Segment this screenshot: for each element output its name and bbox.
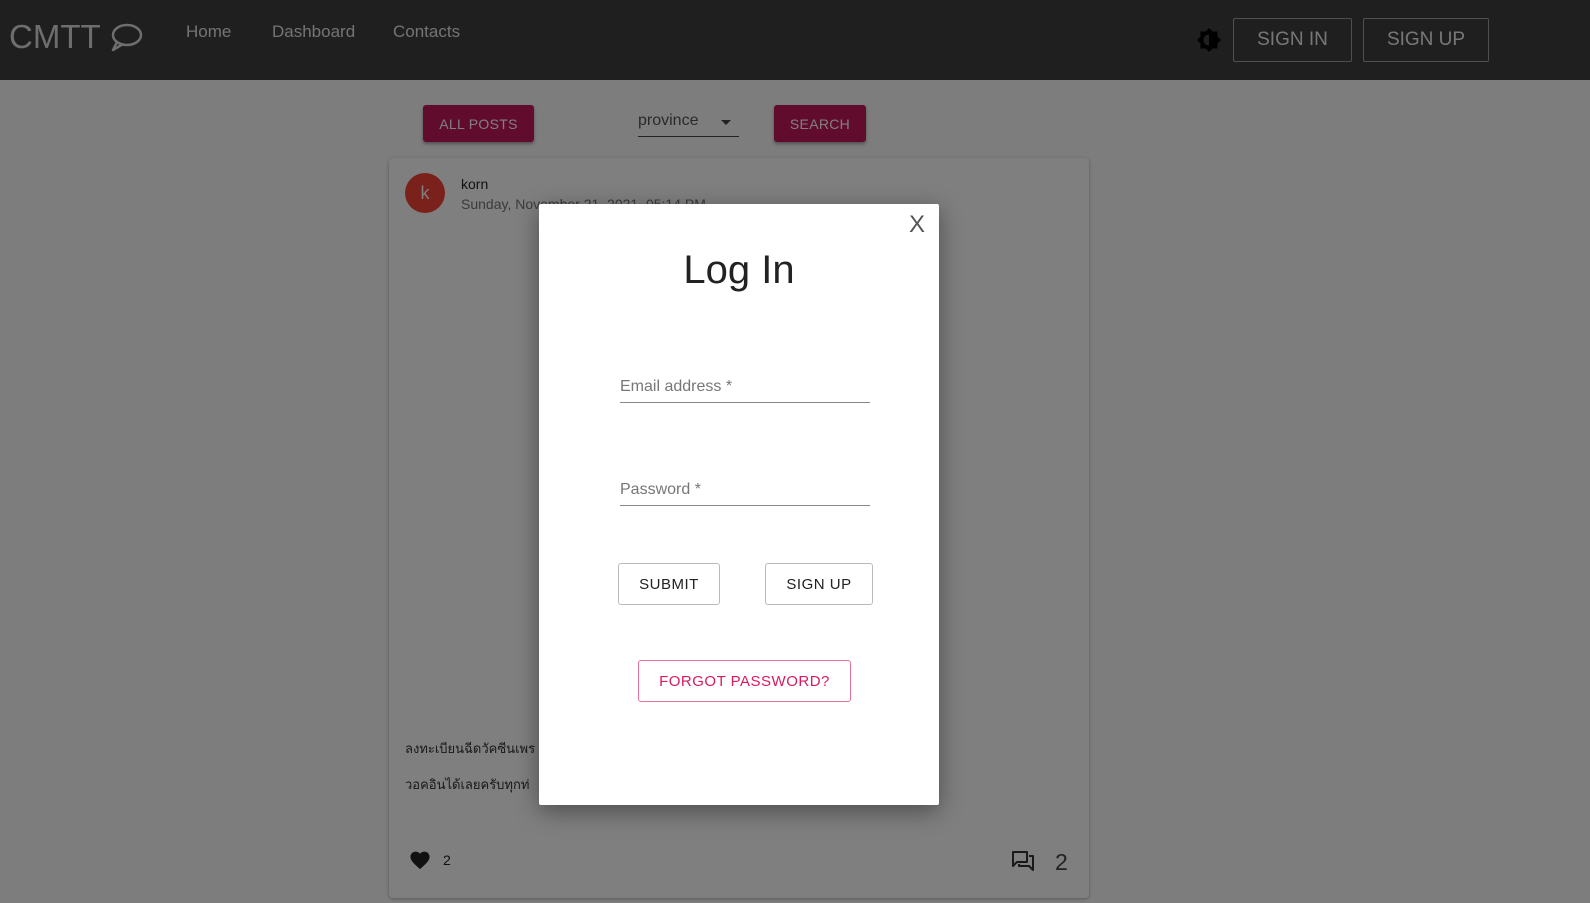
dialog-title: Log In	[683, 248, 795, 292]
email-field[interactable]: Email address *	[620, 372, 870, 403]
close-button[interactable]: X	[909, 211, 925, 239]
forgot-password-button[interactable]: FORGOT PASSWORD?	[638, 660, 851, 702]
email-field-label: Email address *	[620, 378, 733, 395]
password-field[interactable]: Password *	[620, 475, 870, 506]
login-dialog: X Log In Email address * Password * SUBM…	[539, 204, 939, 805]
submit-button[interactable]: SUBMIT	[618, 563, 720, 605]
password-field-label: Password *	[620, 481, 701, 498]
dialog-sign-up-button[interactable]: SIGN UP	[765, 563, 873, 605]
